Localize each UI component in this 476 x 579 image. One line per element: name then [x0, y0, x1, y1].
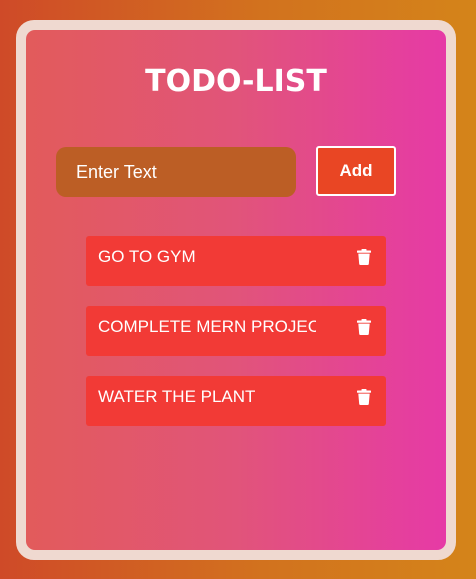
page-title: TODO-LIST [145, 64, 327, 99]
trash-icon[interactable] [357, 249, 371, 265]
todo-item-text: GO TO GYM [98, 247, 196, 266]
todo-item-text: COMPLETE MERN PROJECT [98, 317, 316, 336]
todo-item: GO TO GYM [86, 236, 386, 286]
todo-card: TODO-LIST Add GO TO GYM COMPLETE MERN PR… [26, 30, 446, 550]
todo-item: WATER THE PLANT [86, 376, 386, 426]
trash-icon[interactable] [357, 389, 371, 405]
trash-icon[interactable] [357, 319, 371, 335]
todo-input[interactable] [56, 147, 296, 197]
todo-list: GO TO GYM COMPLETE MERN PROJECT WATER TH… [86, 236, 386, 446]
app-frame: TODO-LIST Add GO TO GYM COMPLETE MERN PR… [16, 20, 456, 560]
add-button[interactable]: Add [316, 146, 396, 196]
todo-item: COMPLETE MERN PROJECT [86, 306, 386, 356]
todo-item-text: WATER THE PLANT [98, 387, 256, 406]
